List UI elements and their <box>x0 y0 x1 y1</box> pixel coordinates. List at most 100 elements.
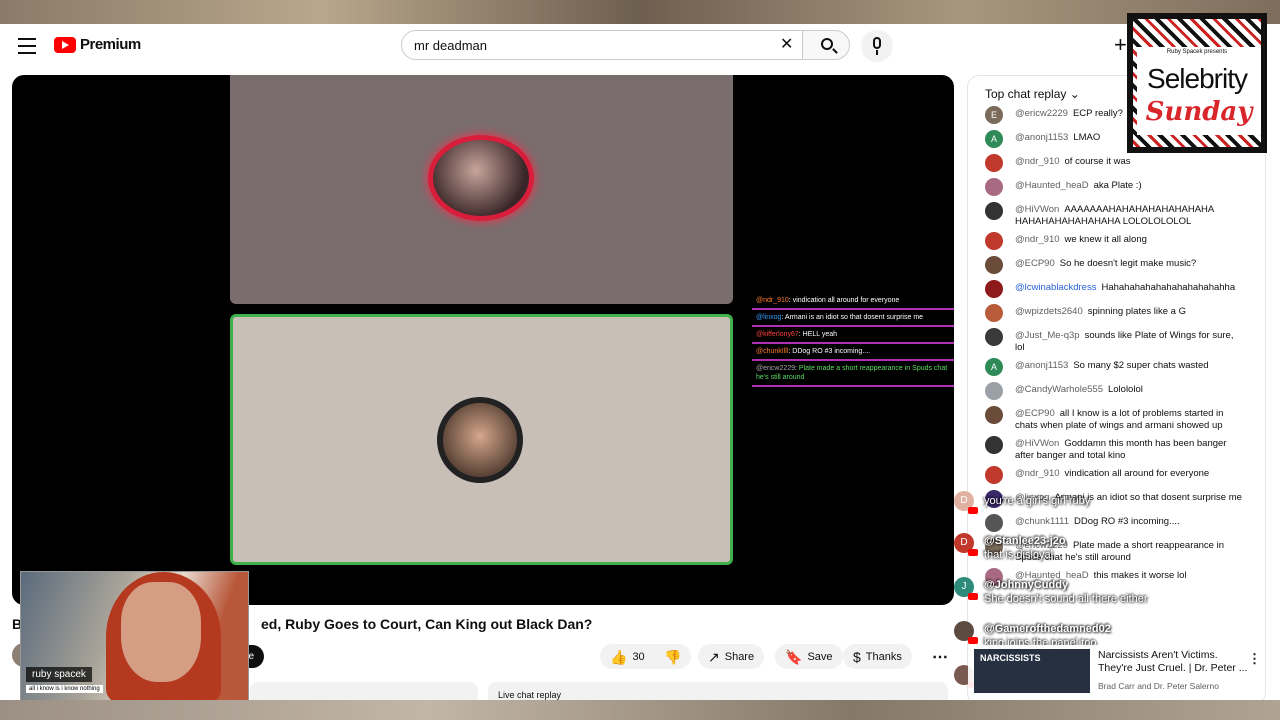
chat-text: LMAO <box>1073 132 1101 143</box>
chat-username[interactable]: @ericw2229 <box>1015 108 1068 119</box>
chat-message: @ECP90 all I know is a lot of problems st… <box>985 406 1245 432</box>
overlay-chat-message: D @Stanlee23-j2o that is disloyal <box>950 529 1262 569</box>
live-chat-replay-box[interactable]: Live chat replay <box>488 682 948 700</box>
selebrity-sunday-sticker: Ruby Spacek presents Selebrity Sunday <box>1127 13 1267 153</box>
youtube-premium-logo[interactable]: Premium <box>54 36 141 53</box>
overlay-chat-line: @ndr_910: vindication all around for eve… <box>752 293 954 310</box>
chat-avatar[interactable]: A <box>985 130 1003 148</box>
chat-username[interactable]: @lcwinablackdress <box>1015 282 1096 293</box>
chat-username[interactable]: @Haunted_heaD <box>1015 180 1089 191</box>
chat-avatar[interactable] <box>985 232 1003 250</box>
chat-message: A @anonj1153 So many $2 super chats wasted <box>985 358 1245 378</box>
chat-avatar[interactable] <box>985 280 1003 298</box>
stream-chat-overlay: @ndr_910: vindication all around for eve… <box>752 293 954 387</box>
youtube-logo-icon <box>54 36 76 53</box>
chat-username[interactable]: @ECP90 <box>1015 258 1055 269</box>
youtube-badge-icon <box>968 549 978 556</box>
chat-username[interactable]: @ndr_910 <box>1015 156 1060 167</box>
search-button[interactable] <box>802 30 850 60</box>
webcam-panel-bottom <box>230 314 733 565</box>
chat-username[interactable]: @ECP90 <box>1015 408 1055 419</box>
plus-icon[interactable]: + <box>1114 34 1127 56</box>
save-button[interactable]: 🔖 Save <box>775 644 843 669</box>
chat-message: @wpizdets2640 spinning plates like a G <box>985 304 1245 324</box>
pip-caption: all i know is i know nothing <box>26 685 103 693</box>
search-icon <box>821 38 833 50</box>
chat-avatar[interactable] <box>985 202 1003 220</box>
masthead: Premium mr deadman ✕ + <box>0 24 1280 68</box>
more-options-icon[interactable]: ⋯ <box>932 647 948 667</box>
chat-message: @Just_Me-q3p sounds like Plate of Wings f… <box>985 328 1245 354</box>
chat-text: of course it was <box>1064 156 1131 167</box>
background-strip-bottom <box>0 700 1280 720</box>
description-box[interactable] <box>250 682 478 700</box>
recommended-thumbnail: NARCISSISTS <box>974 649 1090 693</box>
chat-message: @ndr_910 of course it was <box>985 154 1245 174</box>
recommended-channel: Brad Carr and Dr. Peter Salerno <box>1098 681 1219 691</box>
streamer-avatar-headset <box>437 397 523 483</box>
picture-in-picture-webcam: ruby spacek all i know is i know nothing <box>20 571 249 702</box>
close-icon[interactable]: ✕ <box>780 37 793 53</box>
chat-username[interactable]: @anonj1153 <box>1015 132 1068 143</box>
overlay-chat-line: @linxog: Armani is an idiot so that dose… <box>752 310 954 327</box>
chat-message: @HiVWon Goddamn this month has been bange… <box>985 436 1245 462</box>
chat-message: @lcwinablackdress Hahahahahahahahahahahah… <box>985 280 1245 300</box>
pip-face <box>121 582 201 682</box>
chat-username[interactable]: @HiVWon <box>1015 204 1059 215</box>
video-player[interactable]: @ndr_910: vindication all around for eve… <box>12 75 954 605</box>
chat-avatar[interactable]: E <box>985 106 1003 124</box>
like-button[interactable]: 👍 30 <box>600 644 655 669</box>
chat-filter-dropdown[interactable]: Top chat replay ⌄ <box>985 87 1080 101</box>
overlay-chat-line: @ericw2229: Plate made a short reappeara… <box>752 361 954 387</box>
share-button[interactable]: ↗ Share <box>698 644 765 669</box>
voice-search-button[interactable] <box>861 30 893 62</box>
chat-username[interactable]: @HiVWon <box>1015 438 1059 449</box>
chat-username[interactable]: @CandyWarhole555 <box>1015 384 1103 395</box>
chat-avatar[interactable]: A <box>985 358 1003 376</box>
chat-username[interactable]: @anonj1153 <box>1015 360 1068 371</box>
sticker-presenter: Ruby Spacek presents <box>1166 49 1228 55</box>
chat-avatar[interactable] <box>985 154 1003 172</box>
chat-username[interactable]: @ndr_910 <box>1015 468 1060 479</box>
chat-avatar[interactable] <box>985 178 1003 196</box>
chat-username[interactable]: @ndr_910 <box>1015 234 1060 245</box>
chat-avatar[interactable] <box>985 406 1003 424</box>
chat-text: ECP really? <box>1072 108 1123 119</box>
overlay-chat-message: Dyou're a girl's girl ruby <box>950 487 1262 527</box>
chat-message: @HiVWon AAAAAAAHAHAHAHAHAHAHAHA HAHAHAHAH… <box>985 202 1245 228</box>
chat-avatar[interactable] <box>985 256 1003 274</box>
chat-avatar[interactable] <box>985 304 1003 322</box>
chat-username[interactable]: @wpizdets2640 <box>1015 306 1083 317</box>
chat-message: @ndr_910 vindication all around for every… <box>985 466 1245 486</box>
chat-text: vindication all around for everyone <box>1064 468 1210 479</box>
dislike-button[interactable]: 👎 <box>654 644 692 669</box>
chat-username[interactable]: @Just_Me-q3p <box>1015 330 1080 341</box>
chat-message: @CandyWarhole555 Lolololol <box>985 382 1245 402</box>
menu-icon[interactable] <box>18 38 36 54</box>
overlay-username: @JohnnyCuddy <box>984 579 1069 591</box>
overlay-text: that is disloyal <box>984 549 1054 561</box>
overlay-chat-line: @chunkIlll: DDog RO #3 incoming.... <box>752 344 954 361</box>
chat-message: @ndr_910 we knew it all along <box>985 232 1245 252</box>
chat-avatar[interactable] <box>985 328 1003 346</box>
chat-message: @Haunted_heaD aka Plate :) <box>985 178 1245 198</box>
webcam-panel-top <box>230 75 733 304</box>
youtube-badge-icon <box>968 593 978 600</box>
chat-text: aka Plate :) <box>1093 180 1142 191</box>
chevron-down-icon: ⌄ <box>1069 87 1080 101</box>
chat-avatar[interactable] <box>985 466 1003 484</box>
recommended-video-card[interactable]: NARCISSISTS Narcissists Aren't Victims. … <box>968 645 1262 697</box>
chat-message: @ECP90 So he doesn't legit make music? <box>985 256 1245 276</box>
more-vert-icon[interactable]: ⋮ <box>1248 651 1261 667</box>
sticker-title: Selebrity <box>1147 63 1248 94</box>
chat-avatar[interactable] <box>985 382 1003 400</box>
sticker-subtitle: Sunday <box>1145 97 1253 127</box>
thanks-icon: $ <box>853 648 861 665</box>
youtube-badge-icon <box>968 637 978 644</box>
overlay-text: She doesn't sound all there either <box>984 593 1148 605</box>
pip-name-label: ruby spacek <box>26 667 92 682</box>
search-input[interactable]: mr deadman <box>401 30 803 60</box>
chat-avatar[interactable] <box>985 436 1003 454</box>
thanks-button[interactable]: $ Thanks <box>843 644 912 669</box>
overlay-username: @Gamerofthedamned02 <box>984 623 1111 635</box>
